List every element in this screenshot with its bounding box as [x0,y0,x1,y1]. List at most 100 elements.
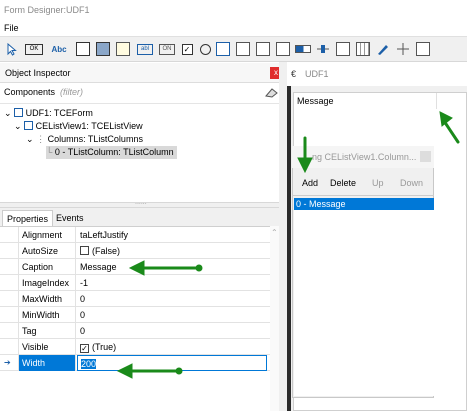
clear-filter-icon[interactable] [264,85,280,99]
toggle-icon[interactable]: ON [158,41,176,57]
components-label: Components [4,87,56,97]
on-label: ON [159,43,175,55]
property-name: Visible [18,339,76,355]
splitter-grip: ...... [135,199,147,206]
dialog-toolbar: Add Delete Up Down [292,170,434,196]
chevron-down-icon[interactable]: ⌄ [26,134,34,144]
form-icon [14,108,24,117]
listview-icon [24,121,34,130]
menu-file[interactable]: File [4,23,19,33]
timer-icon[interactable] [416,41,430,57]
property-row[interactable]: Caption Message [0,259,270,275]
column-icon: └ [46,147,53,157]
property-name: AutoSize [18,243,76,259]
listview-column-header[interactable]: Message [294,93,437,109]
property-name: Alignment [18,227,76,243]
tree-label: Columns: TListColumns [47,134,143,144]
stringgrid-icon[interactable] [356,41,370,57]
components-filter-input[interactable]: (filter) [60,87,83,97]
property-name: Width [18,355,76,371]
splitter-icon[interactable] [396,41,410,57]
property-name: MaxWidth [18,291,76,307]
delete-button[interactable]: Delete [326,170,360,196]
tree-label: CEListView1: TCEListView [35,121,143,131]
property-name: ImageIndex [18,275,76,291]
property-row[interactable]: Tag 0 [0,323,270,339]
treeview-icon[interactable] [336,41,350,57]
combobox-icon[interactable] [256,41,270,57]
property-row[interactable]: ImageIndex -1 [0,275,270,291]
window-title: Form Designer:UDF1 [0,0,467,20]
tree-node-selected[interactable]: └ 0 - TListColumn: TListColumn [46,146,177,159]
tree-node[interactable]: ⌄ UDF1: TCEForm [4,107,93,120]
trackbar-icon[interactable] [316,41,330,57]
ok-label: OK [25,43,43,55]
pointer-icon[interactable] [6,41,18,57]
listview-icon[interactable] [276,41,290,57]
checkbox-icon[interactable]: ✓ [180,41,194,57]
listbox-icon[interactable] [236,41,250,57]
radio-icon[interactable] [198,41,212,57]
property-value[interactable]: 0 [77,307,267,323]
dialog-title: ng CEListView1.Column... [292,146,434,168]
panel-icon[interactable] [76,41,90,57]
memo-icon[interactable] [116,41,130,57]
list-item[interactable]: 0 - Message [294,198,434,210]
property-name: Tag [18,323,76,339]
object-inspector-title: Object Inspector [0,63,287,83]
property-value[interactable]: 0 [77,291,267,307]
property-row[interactable]: Visible ✓ (True) [0,339,270,355]
tree-label: 0 - TListColumn: TListColumn [54,147,174,157]
scroll-up-icon[interactable]: ⌃ [271,228,278,237]
property-value: 200 [81,359,97,369]
dialog-close-icon[interactable] [420,151,431,162]
selected-row-marker-icon: ➔ [4,358,11,367]
groupbox-icon[interactable] [216,41,230,57]
up-button[interactable]: Up [368,170,388,196]
property-grid-scrollbar[interactable]: ⌃ [270,226,279,411]
chevron-down-icon[interactable]: ⌄ [4,108,12,118]
checked-checkbox-icon[interactable]: ✓ [80,344,89,353]
progressbar-icon[interactable] [294,41,312,57]
paintbox-icon[interactable] [376,41,390,57]
column-list: 0 - Message [294,198,434,396]
property-row[interactable]: MaxWidth 0 [0,291,270,307]
label-icon[interactable]: Abc [48,41,70,57]
chevron-down-icon[interactable]: ⌄ [14,121,22,131]
component-tree: ⌄ UDF1: TCEForm ⌄ CEListView1: TCEListVi… [0,104,287,202]
property-value[interactable]: 0 [77,323,267,339]
menu-bar: File [0,20,467,36]
property-row[interactable]: Alignment taLeftJustify [0,227,270,243]
property-value[interactable]: Message [77,259,267,275]
components-filter-row: Components (filter) [0,83,287,104]
property-grid: Alignment taLeftJustify AutoSize (False)… [0,226,279,411]
add-button[interactable]: Add [298,170,322,196]
inspector-tabs: Properties Events [0,208,287,226]
tree-node[interactable]: ⌄ CEListView1: TCEListView [14,120,143,133]
vertical-splitter[interactable] [279,62,287,411]
property-row[interactable]: MinWidth 0 [0,307,270,323]
property-value[interactable]: taLeftJustify [77,227,267,243]
property-value: (False) [92,246,121,256]
tab-events[interactable]: Events [52,210,88,226]
button-icon[interactable]: OK [24,41,44,57]
property-value-editor[interactable]: 200 [77,355,267,371]
abl-label: abl [137,43,153,55]
form-title-label: UDF1 [305,69,329,79]
image-icon[interactable] [96,41,110,57]
form-icon: € [291,69,297,79]
property-row-selected[interactable]: ➔ Width 200 [0,355,270,371]
tab-properties[interactable]: Properties [2,210,54,226]
form-title: € UDF1 [287,62,467,86]
collection-icon: ⋮ [36,134,46,144]
property-value-cell[interactable]: (False) [77,243,267,259]
tree-label: UDF1: TCEForm [25,108,93,118]
property-name: MinWidth [18,307,76,323]
edit-icon[interactable]: abl [136,41,154,57]
property-value[interactable]: -1 [77,275,267,291]
property-value-cell[interactable]: ✓ (True) [77,339,267,355]
property-row[interactable]: AutoSize (False) [0,243,270,259]
checkbox-icon[interactable] [80,246,89,255]
tree-node[interactable]: ⌄ ⋮ Columns: TListColumns [26,133,143,146]
down-button[interactable]: Down [396,170,427,196]
